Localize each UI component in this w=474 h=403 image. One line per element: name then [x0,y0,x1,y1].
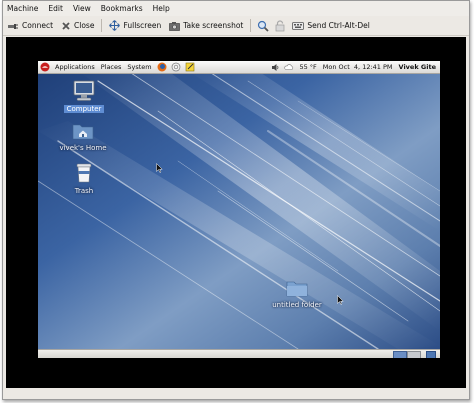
top-panel: Applications Places System 55 °F Mon Oct… [38,61,440,74]
connect-button[interactable]: Connect [3,17,57,34]
toolbar: Connect Close Fullscreen Take screenshot… [3,16,469,36]
notes-launcher-icon[interactable] [183,61,197,73]
guest-desktop[interactable]: Applications Places System 55 °F Mon Oct… [38,61,440,358]
desktop-icon-label: vivek's Home [59,144,107,152]
panel-indicators: 55 °F Mon Oct 4, 12:41 PM Vivek Gite [269,61,440,73]
take-screenshot-button[interactable]: Take screenshot [165,17,247,34]
send-ctrl-alt-del-button[interactable]: Send Ctrl-Alt-Del [288,17,374,34]
home-folder-icon [72,124,94,140]
unlock-button[interactable] [272,17,288,34]
desktop-icon-untitled-folder[interactable]: untitled folder [264,278,330,309]
close-label: Close [74,21,95,30]
camera-icon [169,21,181,31]
magnifier-icon [258,20,269,32]
close-icon [62,21,70,30]
connect-label: Connect [22,21,54,30]
fedora-logo-icon [38,61,52,73]
fullscreen-icon [109,20,121,31]
applications-menu[interactable]: Applications [52,61,98,73]
user-switcher[interactable]: Vivek Gite [396,61,440,73]
remote-display[interactable]: Applications Places System 55 °F Mon Oct… [6,37,466,388]
menu-bar: Machine Edit View Bookmarks Help [3,1,469,16]
menu-help[interactable]: Help [148,1,175,16]
trash-icon [76,163,92,183]
menu-bookmarks[interactable]: Bookmarks [96,1,148,16]
fullscreen-label: Fullscreen [123,21,162,30]
folder-icon [286,281,308,297]
close-button[interactable]: Close [57,17,98,34]
keyboard-icon [292,21,305,30]
desktop-icon-label: Computer [64,105,104,113]
menu-edit[interactable]: Edit [43,1,68,16]
send-ctrl-alt-del-label: Send Ctrl-Alt-Del [307,21,370,30]
desktop-icon-label: Trash [74,187,94,195]
workspace-2[interactable] [407,351,421,358]
mouse-pointer-icon [337,295,344,305]
menu-machine[interactable]: Machine [3,1,43,16]
workspace-1[interactable] [393,351,407,358]
virt-viewer-window: Machine Edit View Bookmarks Help Connect… [2,0,470,400]
volume-icon[interactable] [269,61,282,73]
fullscreen-button[interactable]: Fullscreen [105,17,165,34]
toolbar-separator [250,19,252,32]
mouse-pointer-icon [156,163,163,173]
zoom-button[interactable] [254,17,272,34]
firefox-launcher-icon[interactable] [155,61,169,73]
evolution-launcher-icon[interactable] [169,61,183,73]
clock[interactable]: Mon Oct 4, 12:41 PM [320,61,396,73]
places-menu[interactable]: Places [98,61,125,73]
bottom-panel [38,349,440,358]
system-menu[interactable]: System [124,61,154,73]
menu-view[interactable]: View [68,1,96,16]
plug-icon [8,23,18,29]
desktop-icon-computer[interactable]: Computer [64,80,104,113]
desktop-icon-trash[interactable]: Trash [66,162,102,195]
weather-cloud-icon[interactable] [282,61,296,73]
take-screenshot-label: Take screenshot [183,21,244,30]
toolbar-separator [101,19,103,32]
trash-applet-icon[interactable] [426,351,436,358]
padlock-icon [276,19,285,31]
desktop-icon-label: untitled folder [272,301,322,309]
computer-icon [73,80,95,101]
desktop-icon-home[interactable]: vivek's Home [54,121,112,152]
weather-temperature[interactable]: 55 °F [296,61,319,73]
